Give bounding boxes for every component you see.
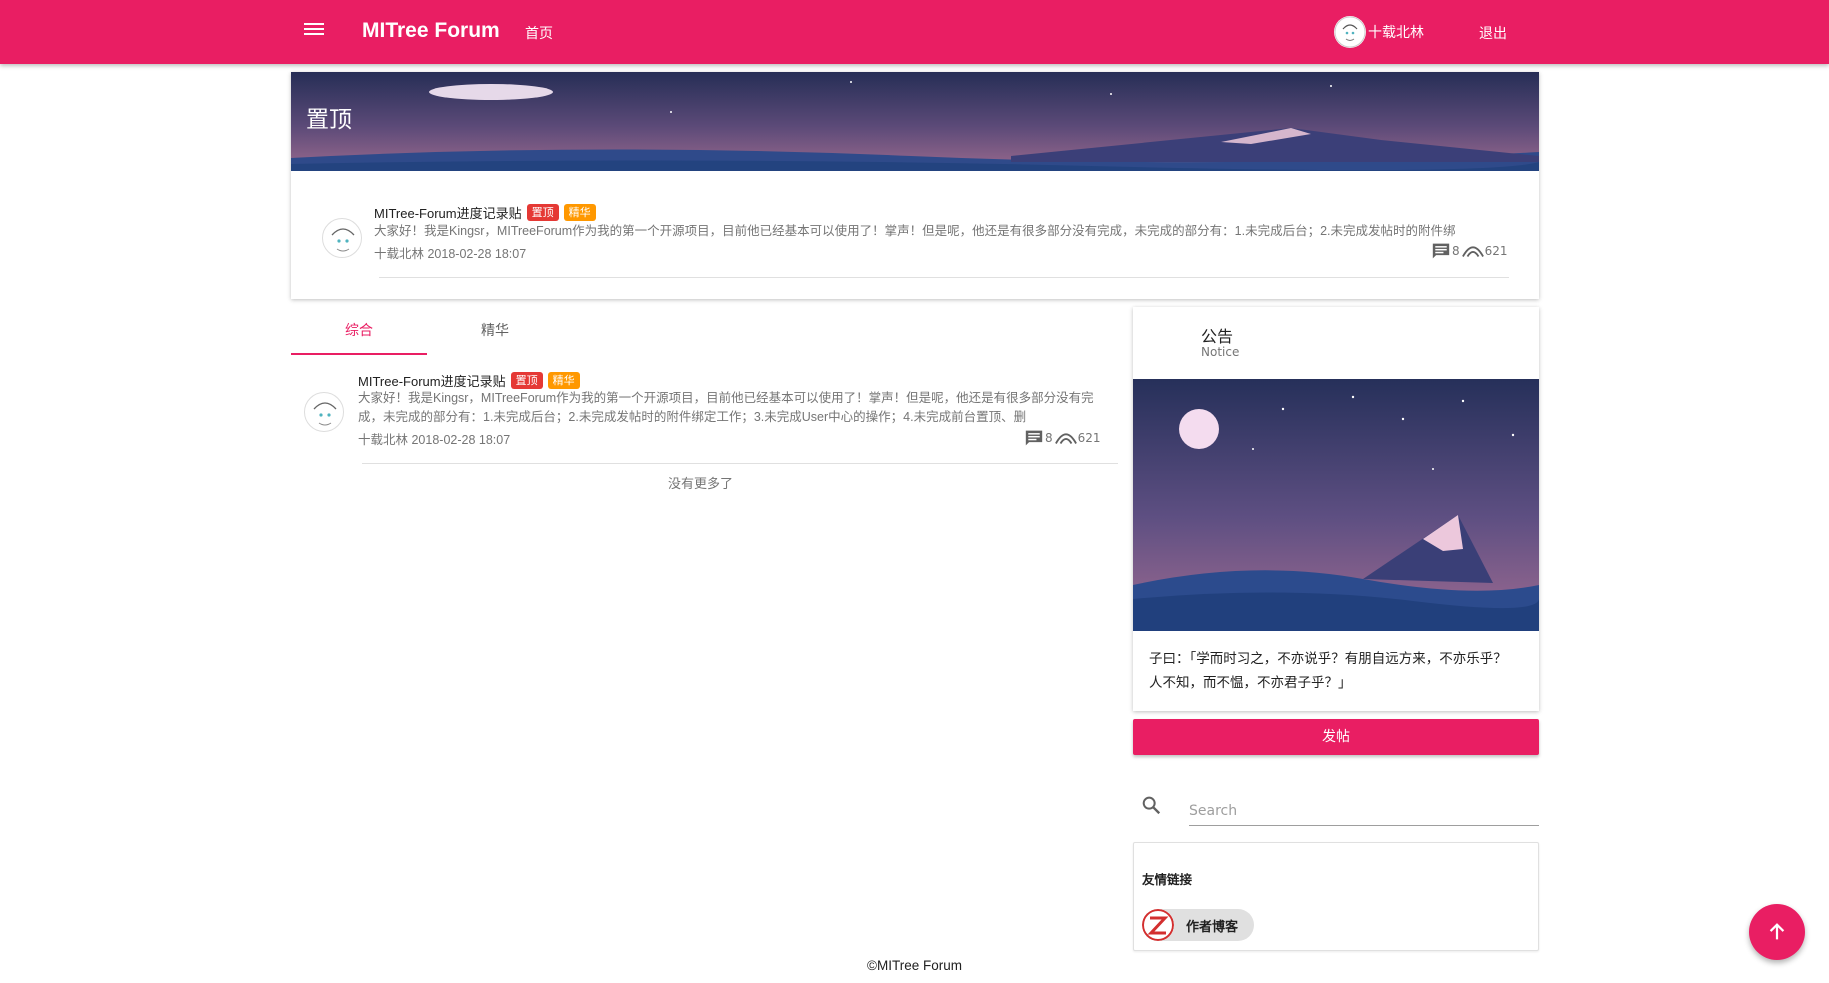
- view-icon: [1054, 433, 1077, 445]
- post-stats: 8 621: [1024, 429, 1101, 447]
- comment-icon: [1432, 243, 1450, 259]
- pinned-card: 置顶 MITree-Forum进度记录贴 置顶 精华 大家好！我是Kingsr，…: [291, 72, 1539, 299]
- tab-all[interactable]: 综合: [291, 307, 427, 355]
- pinned-banner-image: 置顶: [291, 72, 1539, 171]
- post-excerpt: 大家好！我是Kingsr，MITreeForum作为我的第一个开源项目，目前他已…: [358, 391, 1094, 424]
- app-bar: MITree Forum 首页 十载北林 退出: [0, 0, 1829, 64]
- nav-home-link[interactable]: 首页: [525, 23, 553, 43]
- post-excerpt: 大家好！我是Kingsr，MITreeForum作为我的第一个开源项目，目前他已…: [374, 224, 1456, 238]
- search-input[interactable]: [1189, 796, 1539, 826]
- divider: [362, 463, 1118, 464]
- divider: [379, 277, 1509, 278]
- logout-link[interactable]: 退出: [1479, 23, 1507, 43]
- notice-text: 子曰：「学而时习之，不亦说乎？有朋自远方来，不亦乐乎？人不知，而不愠，不亦君子乎…: [1149, 651, 1507, 691]
- view-icon: [1461, 246, 1484, 258]
- notice-subtitle: Notice: [1201, 345, 1240, 359]
- footer-text: ©MITree Forum: [867, 958, 962, 973]
- blog-logo-icon: [1142, 909, 1174, 941]
- app-title[interactable]: MITree Forum: [362, 19, 500, 43]
- friend-links-title: 友情链接: [1142, 872, 1193, 887]
- notice-card: 公告 Notice 子曰：「学而时习之，不亦说乎？有朋自远方来，不亦乐乎？人不知…: [1133, 307, 1539, 711]
- post-stats: 8 621: [1431, 242, 1508, 260]
- friend-links-card: 友情链接 作者博客: [1133, 842, 1539, 951]
- pinned-post-title-row: MITree-Forum进度记录贴 置顶 精华: [374, 203, 596, 222]
- comment-icon: [1025, 430, 1043, 446]
- feed-post-title-row: MITree-Forum进度记录贴 置顶 精华: [358, 371, 580, 390]
- post-title[interactable]: MITree-Forum进度记录贴: [374, 203, 522, 222]
- post-title[interactable]: MITree-Forum进度记录贴: [358, 371, 506, 390]
- new-post-button[interactable]: 发帖: [1133, 719, 1539, 755]
- user-name: 十载北林: [1368, 25, 1424, 41]
- user-menu[interactable]: 十载北林: [1334, 16, 1424, 48]
- tab-elite[interactable]: 精华: [427, 307, 563, 355]
- pinned-title: 置顶: [306, 107, 352, 133]
- tag-elite-badge: 精华: [547, 372, 580, 389]
- post-meta: 十载北林 2018-02-28 18:07: [374, 247, 527, 261]
- comment-count: 8: [1452, 244, 1460, 258]
- view-count: 621: [1077, 431, 1101, 445]
- menu-icon[interactable]: [301, 20, 327, 44]
- notice-title: 公告: [1201, 327, 1234, 346]
- post-author-avatar[interactable]: [322, 218, 362, 258]
- link-chip-author-blog[interactable]: 作者博客: [1142, 909, 1254, 941]
- arrow-up-icon: [1769, 923, 1785, 940]
- back-to-top-button[interactable]: [1749, 904, 1805, 960]
- tag-top-badge: 置顶: [510, 372, 543, 389]
- post-meta: 十载北林 2018-02-28 18:07: [358, 433, 511, 447]
- comment-count: 8: [1045, 431, 1053, 445]
- tag-top-badge: 置顶: [526, 204, 559, 221]
- no-more-label: 没有更多了: [668, 477, 734, 492]
- search-icon: [1140, 794, 1162, 816]
- tag-elite-badge: 精华: [563, 204, 596, 221]
- view-count: 621: [1484, 244, 1508, 258]
- post-author-avatar[interactable]: [304, 392, 344, 432]
- notice-image: [1133, 379, 1539, 631]
- avatar: [1334, 16, 1366, 48]
- link-chip-label: 作者博客: [1186, 919, 1239, 935]
